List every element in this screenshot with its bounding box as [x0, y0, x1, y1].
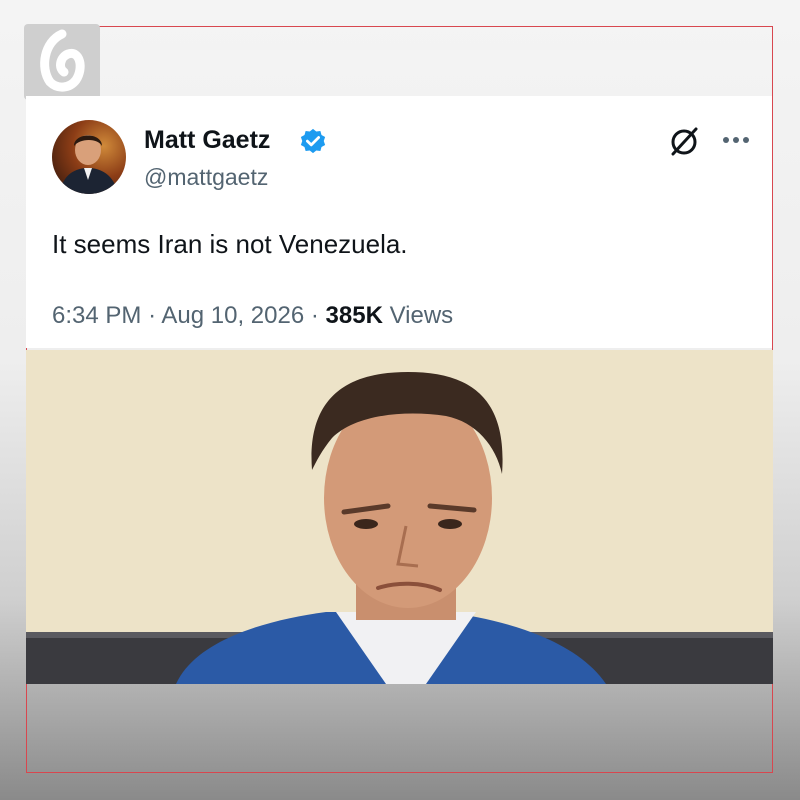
tweet-date[interactable]: Aug 10, 2026	[161, 302, 304, 329]
tweet-card: Matt Gaetz @mattgaetz It seems Iran is n…	[26, 96, 772, 348]
grok-icon[interactable]	[666, 124, 702, 160]
tweet-text: It seems Iran is not Venezuela.	[52, 229, 408, 259]
author-name[interactable]: Matt Gaetz	[144, 126, 270, 155]
attached-photo[interactable]	[26, 350, 773, 684]
views-label: Views	[389, 302, 454, 329]
meta-separator: ·	[310, 302, 319, 329]
channel-logo-icon	[24, 24, 100, 100]
views-count[interactable]: 385K	[326, 302, 383, 329]
meta-separator: ·	[148, 302, 157, 329]
more-options-icon[interactable]	[718, 128, 754, 152]
avatar[interactable]	[52, 120, 126, 194]
verified-badge-icon	[298, 127, 328, 157]
tweet-meta: 6:34 PM · Aug 10, 2026 · 385K Views	[52, 302, 453, 330]
tweet-time[interactable]: 6:34 PM	[52, 302, 141, 329]
author-handle[interactable]: @mattgaetz	[144, 164, 268, 191]
